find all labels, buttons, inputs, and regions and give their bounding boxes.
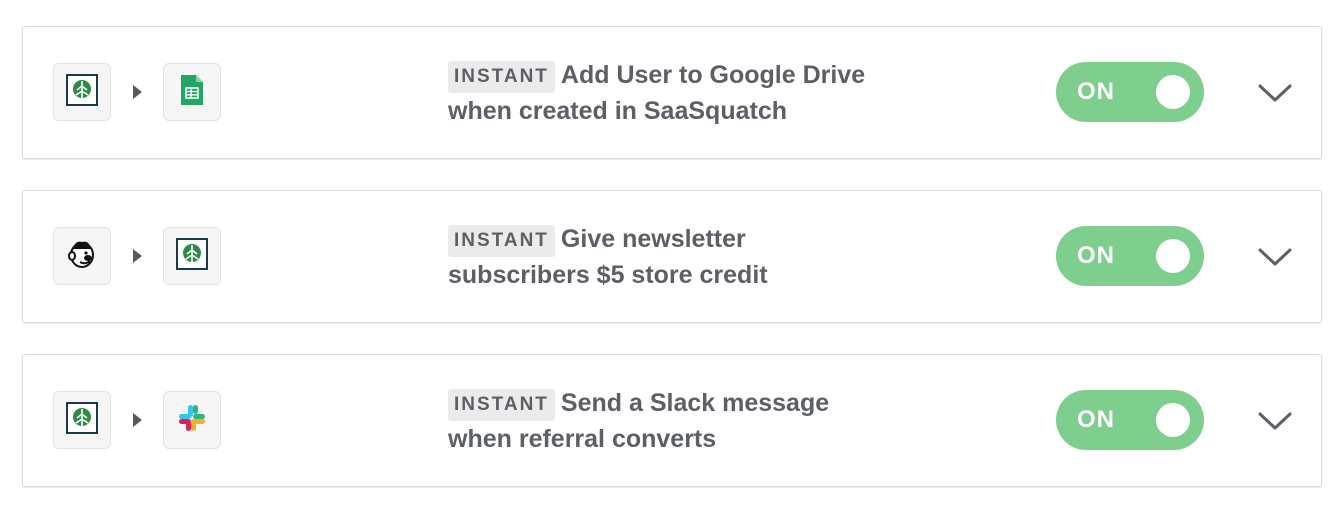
- zap-title: Add User to Google Drive: [560, 61, 866, 89]
- zap-list: INSTANT Add User to Google Drive when cre…: [22, 26, 1322, 518]
- google-sheets-icon: [179, 73, 205, 112]
- zap-title-rest: when created in SaaSquatch: [448, 97, 787, 125]
- trigger-app-tile: [53, 391, 111, 449]
- mailchimp-icon: [65, 237, 99, 276]
- zap-card[interactable]: INSTANT Give newsletter subscribers $5 st…: [22, 190, 1322, 323]
- toggle-label: ON: [1077, 242, 1115, 269]
- toggle-label: ON: [1077, 406, 1115, 433]
- trigger-app-tile: [53, 227, 111, 285]
- toggle-knob: [1156, 403, 1190, 437]
- zap-toggle[interactable]: ON: [1056, 226, 1204, 286]
- zap-title-rest: subscribers $5 store credit: [448, 261, 768, 289]
- toggle-knob: [1156, 239, 1190, 273]
- chevron-down-icon[interactable]: [1255, 79, 1295, 107]
- instant-badge: INSTANT: [448, 225, 555, 257]
- zap-description[interactable]: INSTANT Give newsletter subscribers $5 st…: [448, 221, 918, 293]
- zap-description[interactable]: INSTANT Add User to Google Drive when cre…: [448, 57, 918, 129]
- saasquatch-icon: [65, 73, 99, 112]
- zap-toggle[interactable]: ON: [1056, 390, 1204, 450]
- action-app-tile: [163, 63, 221, 121]
- action-app-tile: [163, 391, 221, 449]
- saasquatch-icon: [65, 401, 99, 440]
- zap-title-rest: when referral converts: [448, 425, 717, 453]
- arrow-right-icon: [133, 249, 142, 263]
- chevron-down-icon[interactable]: [1255, 407, 1295, 435]
- instant-badge: INSTANT: [448, 389, 555, 421]
- saasquatch-icon: [175, 237, 209, 276]
- zap-card[interactable]: INSTANT Send a Slack message when referra…: [22, 354, 1322, 487]
- action-app-tile: [163, 227, 221, 285]
- zap-title: Give newsletter: [560, 225, 746, 253]
- arrow-right-icon: [133, 85, 142, 99]
- arrow-right-icon: [133, 413, 142, 427]
- trigger-app-tile: [53, 63, 111, 121]
- zap-title: Send a Slack message: [560, 389, 830, 417]
- toggle-knob: [1156, 75, 1190, 109]
- instant-badge: INSTANT: [448, 61, 555, 93]
- zap-description[interactable]: INSTANT Send a Slack message when referra…: [448, 385, 918, 457]
- zap-card[interactable]: INSTANT Add User to Google Drive when cre…: [22, 26, 1322, 159]
- zap-toggle[interactable]: ON: [1056, 62, 1204, 122]
- toggle-label: ON: [1077, 78, 1115, 105]
- slack-icon: [176, 402, 208, 439]
- chevron-down-icon[interactable]: [1255, 243, 1295, 271]
